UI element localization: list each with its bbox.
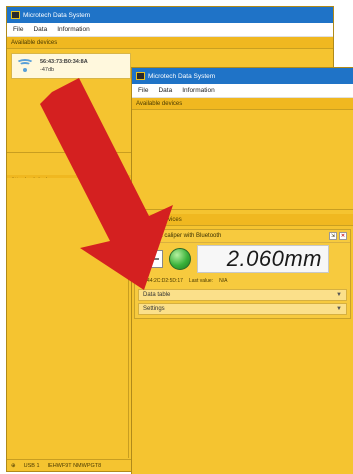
front-window-title: Microtech Data System bbox=[148, 72, 216, 80]
available-device-card[interactable]: 56:43:73:B0:34:8A -47db bbox=[11, 53, 131, 79]
menu-file[interactable]: File bbox=[138, 87, 148, 94]
measurement-value: 2.060mm bbox=[226, 246, 322, 271]
device-rssi: -47db bbox=[40, 67, 55, 73]
instrument-address: BA:44:2C:D2:5D:17 bbox=[139, 278, 183, 284]
instrument-panel: Precision caliper with Bluetooth ⇲ ✕ 2.0… bbox=[134, 229, 351, 319]
settings-label: Settings bbox=[143, 306, 165, 312]
instrument-header: Precision caliper with Bluetooth ⇲ ✕ bbox=[135, 230, 350, 243]
settings-section[interactable]: Settings ▼ bbox=[138, 303, 347, 315]
front-available-panel bbox=[132, 110, 353, 210]
menu-data[interactable]: Data bbox=[158, 87, 172, 94]
status-led-icon bbox=[169, 248, 191, 270]
back-attached-column bbox=[7, 178, 129, 458]
instrument-name: Precision caliper with Bluetooth bbox=[138, 233, 222, 239]
back-window-title: Microtech Data System bbox=[23, 11, 91, 19]
chevron-down-icon: ▼ bbox=[336, 306, 342, 312]
data-table-label: Data table bbox=[143, 292, 171, 298]
front-window: Microtech Data System File Data Informat… bbox=[131, 67, 353, 474]
caliper-icon bbox=[139, 250, 163, 268]
status-serial: IEHWF9T NMWPGT8 bbox=[47, 462, 102, 469]
app-logo-icon bbox=[136, 72, 145, 80]
menu-data[interactable]: Data bbox=[33, 26, 47, 33]
last-value: N/A bbox=[219, 278, 228, 284]
status-port: USB 1 bbox=[23, 462, 40, 469]
wifi-signal-icon bbox=[16, 59, 34, 73]
reading-row: 2.060mm bbox=[135, 243, 350, 275]
app-logo-icon bbox=[11, 11, 20, 19]
data-table-section[interactable]: Data table ▼ bbox=[138, 289, 347, 301]
pin-icon[interactable]: ⇲ bbox=[329, 232, 337, 240]
close-icon[interactable]: ✕ bbox=[339, 232, 347, 240]
back-menubar: File Data Information bbox=[7, 23, 333, 37]
back-titlebar[interactable]: Microtech Data System bbox=[7, 7, 333, 23]
menu-information[interactable]: Information bbox=[182, 87, 215, 94]
menu-information[interactable]: Information bbox=[57, 26, 90, 33]
last-value-label: Last value: bbox=[188, 278, 214, 284]
device-address: 56:43:73:B0:34:8A bbox=[40, 59, 88, 65]
status-usb-icon: ⊕ bbox=[11, 462, 16, 469]
measurement-display: 2.060mm bbox=[197, 245, 329, 273]
front-attached-header: Attached devices bbox=[132, 214, 353, 226]
front-titlebar[interactable]: Microtech Data System bbox=[132, 68, 353, 84]
instrument-meta: BA:44:2C:D2:5D:17 Last value: N/A bbox=[135, 275, 350, 287]
menu-file[interactable]: File bbox=[13, 26, 23, 33]
chevron-down-icon: ▼ bbox=[336, 292, 342, 298]
front-available-header: Available devices bbox=[132, 98, 353, 110]
back-available-header: Available devices bbox=[7, 37, 333, 49]
device-info: 56:43:73:B0:34:8A -47db bbox=[40, 58, 88, 74]
front-menubar: File Data Information bbox=[132, 84, 353, 98]
